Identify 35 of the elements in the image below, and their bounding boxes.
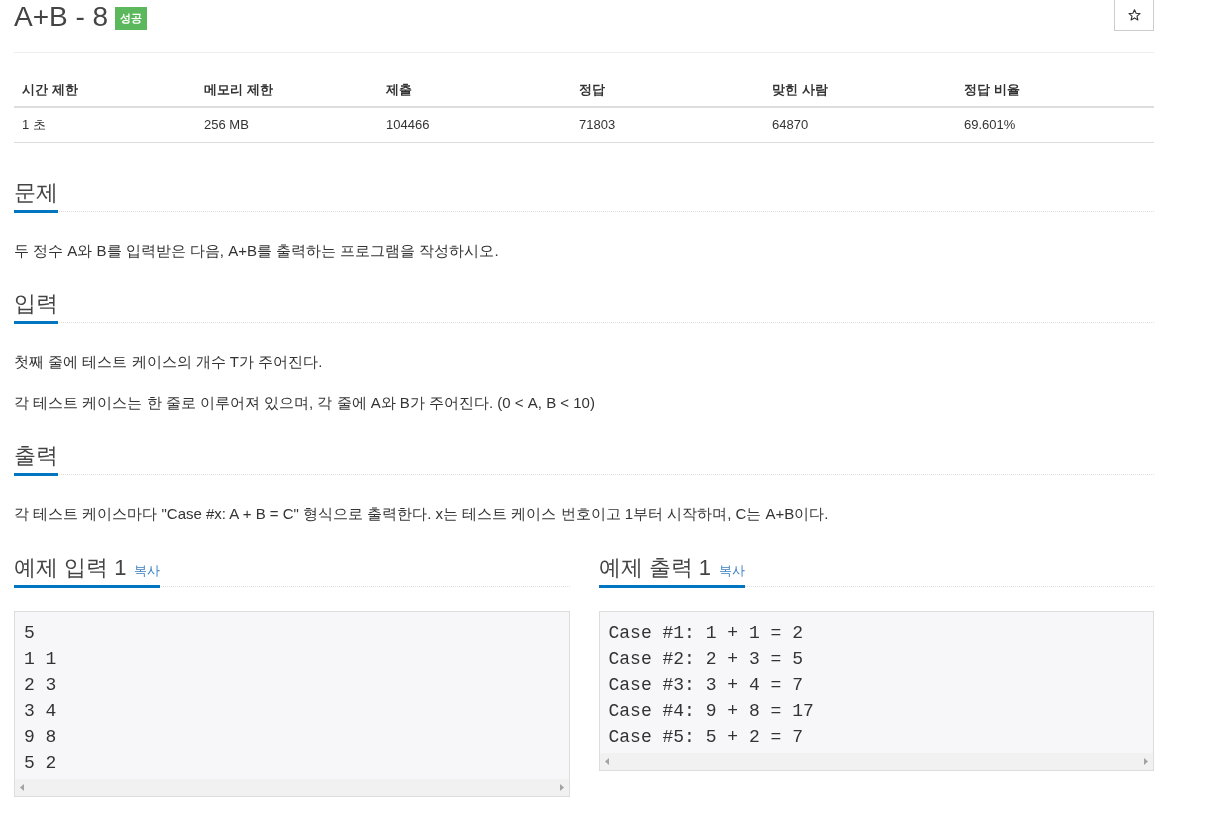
copy-link[interactable]: 복사 [718, 560, 745, 580]
column-header: 제출 [378, 73, 571, 107]
scroll-left-icon[interactable] [604, 757, 609, 765]
sample-text: Case #1: 1 + 1 = 2 Case #2: 2 + 3 = 5 Case #3: 3 + 4 = 7 Case #4: 9 + 8 = 17 Case #5: 5 + 2 = 7 [607, 621, 815, 749]
section-heading: 예제 출력 1 [598, 553, 711, 582]
table-cell: 71803 [571, 107, 764, 142]
table-cell: 104466 [378, 107, 571, 142]
table-cell: 1 초 [14, 107, 196, 142]
scroll-right-icon[interactable] [1144, 757, 1148, 765]
column-header: 정답 [571, 73, 764, 107]
star-button[interactable] [1114, 0, 1154, 31]
copy-link[interactable]: 복사 [134, 560, 161, 580]
column-header: 정답 비율 [956, 73, 1154, 107]
star-icon [1127, 9, 1141, 21]
section-heading: 출력 [14, 441, 58, 470]
section-heading: 입력 [14, 289, 58, 318]
section-heading: 문제 [14, 178, 58, 207]
paragraph: 각 테스트 케이스는 한 줄로 이루어져 있으며, 각 줄에 A와 B가 주어진다. (0 < A, B < 10) [14, 392, 596, 413]
paragraph: 첫째 줄에 테스트 케이스의 개수 T가 주어진다. [14, 351, 324, 372]
sample-text: 5 1 1 2 3 3 4 9 8 5 2 [23, 621, 58, 775]
scroll-right-icon[interactable] [559, 783, 564, 791]
table-cell: 64870 [764, 107, 956, 142]
section-heading: 예제 입력 1 [14, 553, 127, 582]
problem-title: A+B - 8 [14, 0, 109, 34]
result-badge: 성공 [115, 6, 148, 30]
table-cell: 256 MB [196, 107, 378, 142]
column-header: 시간 제한 [14, 73, 196, 107]
table-cell: 69.601% [956, 107, 1154, 142]
column-header: 메모리 제한 [196, 73, 378, 107]
paragraph: 두 정수 A와 B를 입력받은 다음, A+B를 출력하는 프로그램을 작성하시오. [14, 240, 500, 261]
paragraph: 각 테스트 케이스마다 "Case #x: A + B = C" 형식으로 출력한다. x는 테스트 케이스 번호이고 1부터 시작하며, C는 A+B이다. [14, 503, 830, 524]
column-header: 맞힌 사람 [764, 73, 956, 107]
scroll-left-icon[interactable] [20, 783, 24, 791]
horizontal-scrollbar[interactable] [15, 778, 569, 796]
horizontal-scrollbar[interactable] [599, 752, 1153, 770]
